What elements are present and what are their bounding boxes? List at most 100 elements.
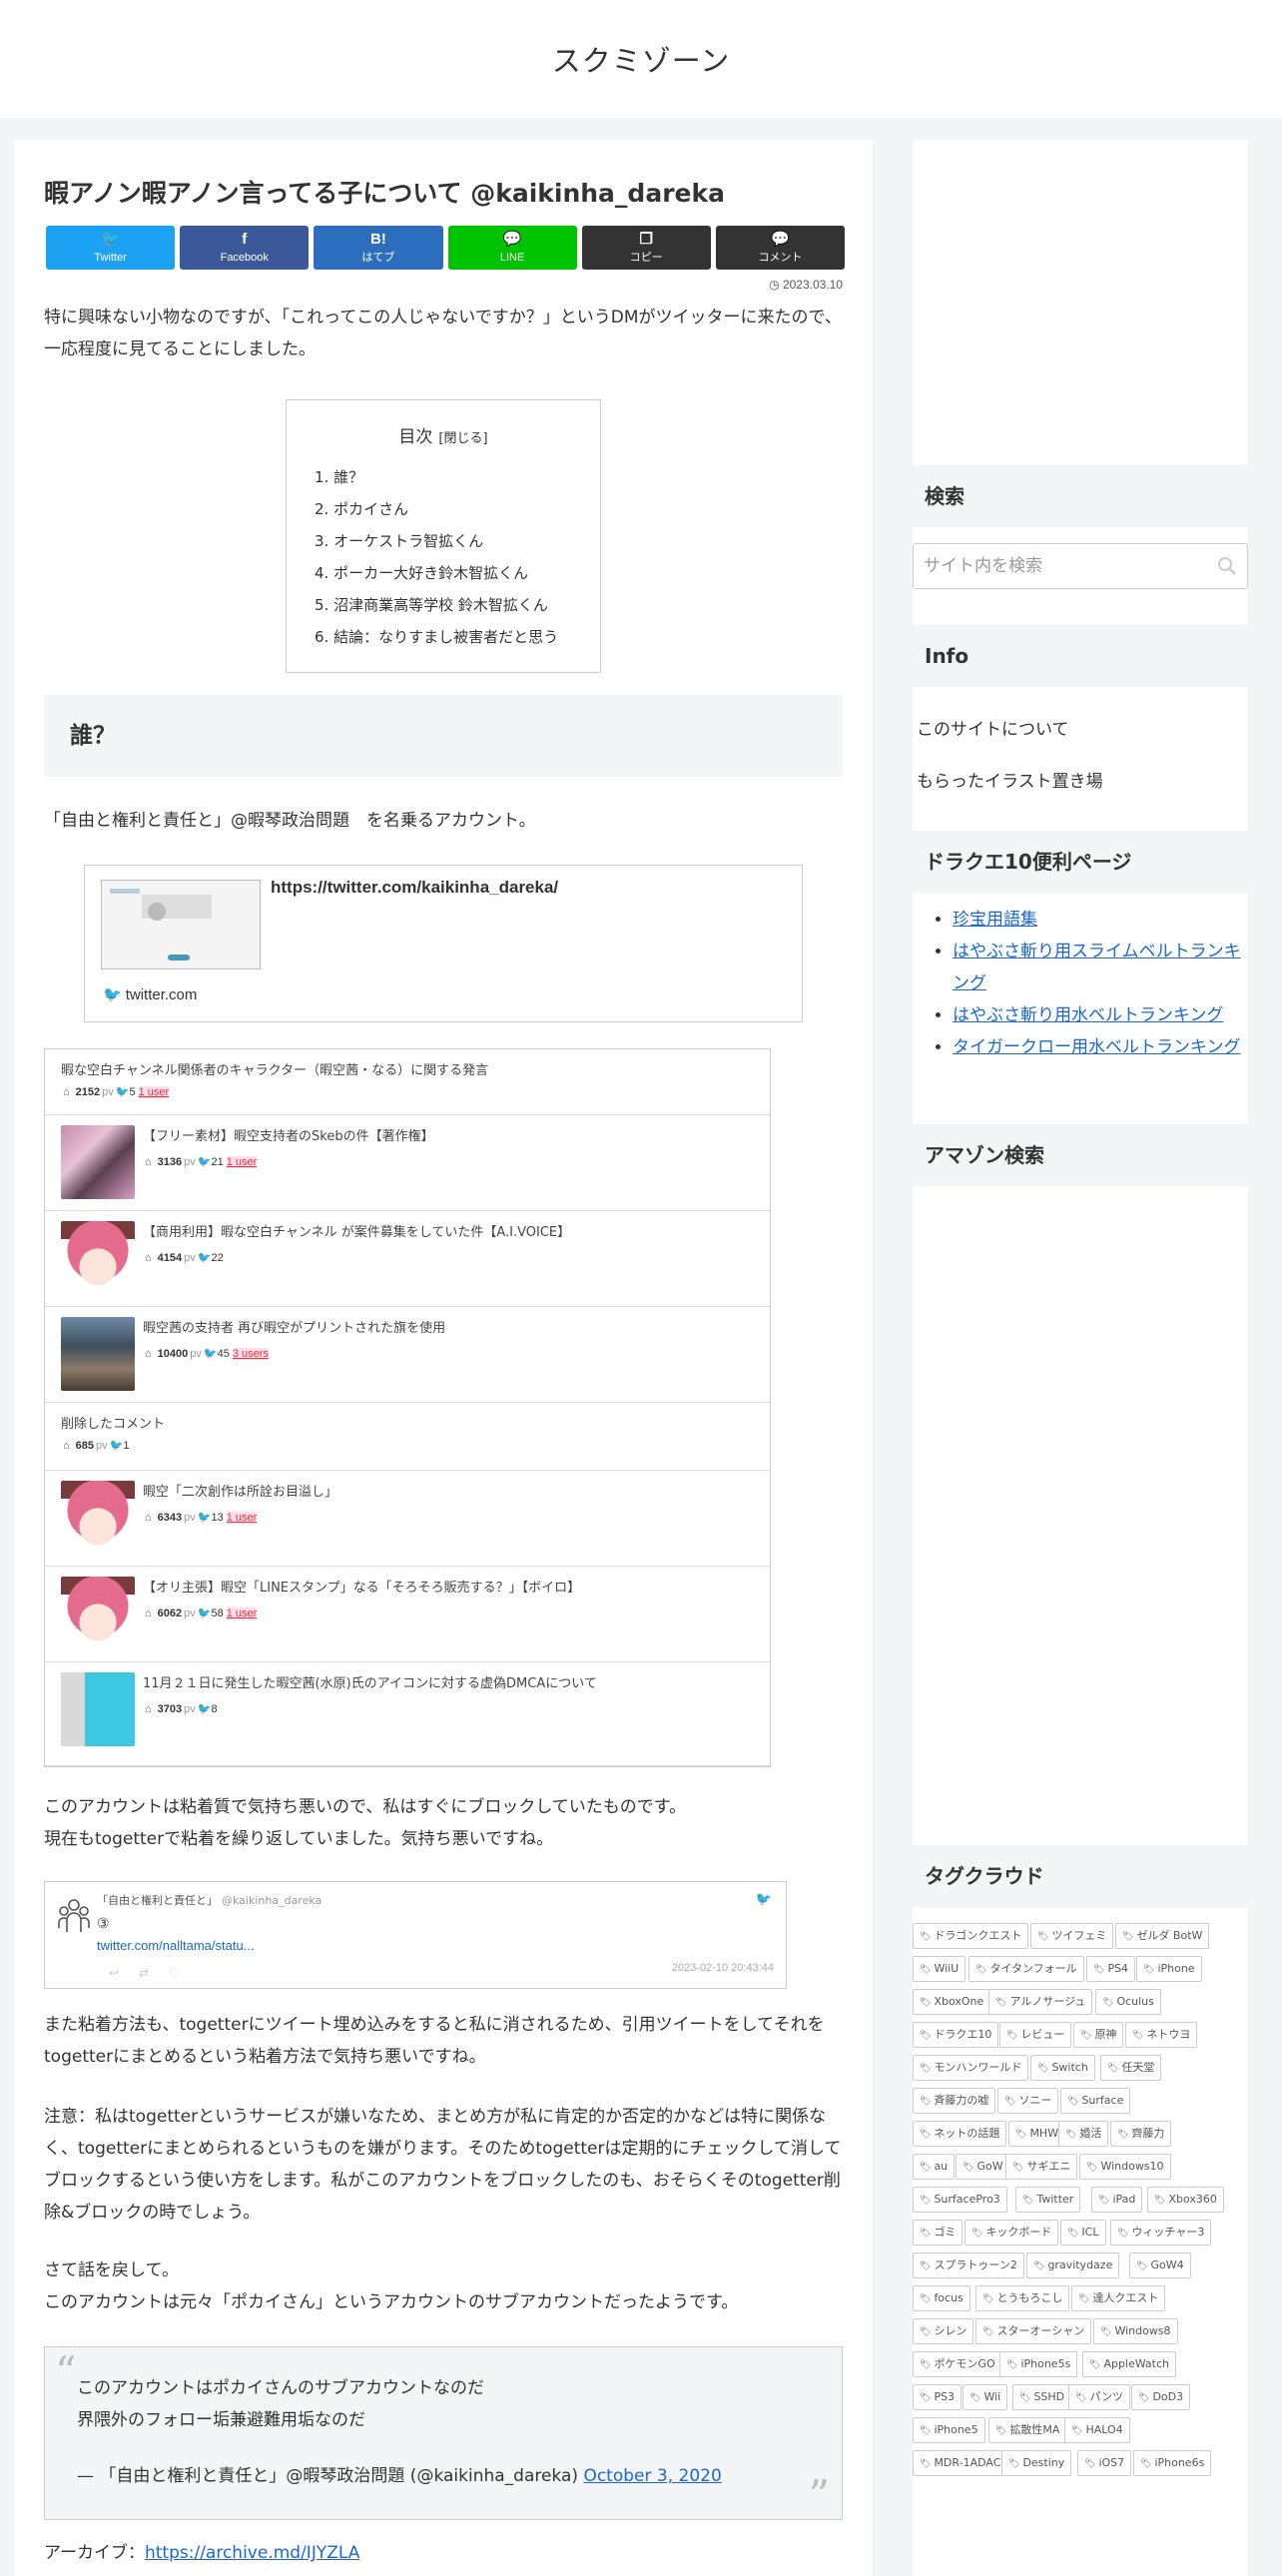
tag-item[interactable]: 🏷 iPhone [1136,1956,1202,1982]
tag-item[interactable]: 🏷 SSHD [1012,2384,1072,2410]
tag-item[interactable]: 🏷 齊藤力 [1110,2121,1172,2147]
tag-item[interactable]: 🏷 Wii [962,2384,1008,2410]
tag-item[interactable]: 🏷 focus [913,2285,970,2311]
tag-item[interactable]: 🏷 斉藤力の嘘 [913,2088,996,2114]
tag-item[interactable]: 🏷 PS3 [913,2384,962,2410]
tag-item[interactable]: 🏷 パンツ [1068,2384,1130,2410]
tag-item[interactable]: 🏷 WiiU [913,1956,966,1982]
togetter-title[interactable]: 11月２１日に発生した暇空茜(水原)氏のアイコンに対する虚偽DMCAについて [143,1672,597,1691]
togetter-title[interactable]: 削除したコメント [61,1413,165,1432]
tag-item[interactable]: 🏷 ドラクエ10 [913,2022,999,2048]
dq-link[interactable]: タイガークロー用水ベルトランキング [953,1037,1241,1057]
tag-item[interactable]: 🏷 ネトウヨ [1125,2022,1198,2048]
tag-item[interactable]: 🏷 Switch [1030,2055,1095,2081]
tag-item[interactable]: 🏷 ゴミ [913,2220,963,2246]
tag-item[interactable]: 🏷 PS4 [1086,1956,1136,1982]
togetter-title[interactable]: 暇空「二次創作は所詮お目溢し」 [143,1481,337,1500]
tag-item[interactable]: 🏷 サギエニ [1005,2154,1078,2180]
share-button-3[interactable]: 💬 LINE [447,226,577,270]
tag-item[interactable]: 🏷 ウィッチャー3 [1110,2220,1212,2246]
togetter-title[interactable]: 【商用利用】暇な空白チャンネル が案件募集をしていた件【A.I.VOICE】 [143,1221,570,1240]
share-button-0[interactable]: 🐦 Twitter [46,226,176,270]
tag-item[interactable]: 🏷 達人クエスト [1071,2285,1166,2311]
tag-item[interactable]: 🏷 iPhone5s [999,2351,1078,2377]
info-link-about[interactable]: このサイトについて [917,715,1069,740]
togetter-row[interactable]: 暇空茜の支持者 再び暇空がプリントされた旗を使用 ⌂ 10400 pv 🐦45 3 use… [45,1307,770,1403]
tag-item[interactable]: 🏷 任天堂 [1100,2055,1162,2081]
togetter-row[interactable]: 削除したコメント ⌂ 685 pv 🐦1 [45,1403,770,1471]
tag-item[interactable]: 🏷 au [913,2154,956,2180]
tag-item[interactable]: 🏷 Destiny [1001,2450,1072,2476]
dq-link[interactable]: はやぶさ斬り用水ベルトランキング [953,1005,1224,1025]
tag-item[interactable]: 🏷 MHW [1008,2121,1066,2147]
tag-item[interactable]: 🏷 iOS7 [1077,2450,1132,2476]
dq-link[interactable]: はやぶさ斬り用スライムベルトランキング [953,942,1241,993]
tag-item[interactable]: 🏷 GoW [956,2154,1010,2180]
tag-item[interactable]: 🏷 スプラトゥーン2 [913,2253,1024,2278]
tag-item[interactable]: 🏷 アルノサージュ [988,1989,1093,2015]
togetter-row[interactable]: 暇空「二次創作は所詮お目溢し」 ⌂ 6343 pv 🐦13 1 user [45,1471,770,1567]
tag-item[interactable]: 🏷 ゼルダ BotW [1115,1923,1210,1949]
tag-item[interactable]: 🏷 シレン [913,2318,974,2344]
search-input[interactable] [924,554,1203,578]
tag-item[interactable]: 🏷 タイタンフォール [968,1956,1084,1982]
quote-date-link[interactable]: October 3, 2020 [583,2466,721,2486]
tweet-link[interactable]: twitter.com/nalltama/statu... [97,1938,255,1953]
togetter-row[interactable]: 【フリー素材】暇空支持者のSkebの件【著作権】 ⌂ 3136 pv 🐦21 1 user [45,1115,770,1211]
share-button-4[interactable]: ❐ コピー [581,226,711,270]
togetter-title[interactable]: 暇な空白チャンネル関係者のキャラクター（暇空茜・なる）に関する発言 [61,1059,488,1078]
tag-item[interactable]: 🏷 拡散性MA [988,2417,1067,2443]
tag-item[interactable]: 🏷 MDR-1ADAC [913,2450,1008,2476]
toc-item[interactable]: 2. ポカイさん [315,493,600,525]
tag-item[interactable]: 🏷 ICL [1060,2220,1106,2246]
tag-item[interactable]: 🏷 iPhone5 [913,2417,985,2443]
tag-item[interactable]: 🏷 レビュー [999,2022,1072,2048]
toc-toggle[interactable]: [閉じる] [438,431,487,446]
tag-item[interactable]: 🏷 GoW4 [1129,2253,1191,2278]
tag-item[interactable]: 🏷 Oculus [1095,1989,1161,2015]
toc-item[interactable]: 1. 誰？ [315,461,600,493]
tag-item[interactable]: 🏷 ソニー [997,2088,1059,2114]
togetter-row[interactable]: 【商用利用】暇な空白チャンネル が案件募集をしていた件【A.I.VOICE】 ⌂ 4… [45,1211,770,1307]
togetter-row[interactable]: 暇な空白チャンネル関係者のキャラクター（暇空茜・なる）に関する発言 ⌂ 2152 pv… [45,1049,770,1115]
twitter-blogcard[interactable]: https://twitter.com/kaikinha_dareka/ 🐦 tw… [84,865,803,1022]
users-badge[interactable]: 1 user [226,1512,258,1524]
tag-item[interactable]: 🏷 キックボード [964,2220,1059,2246]
tag-item[interactable]: 🏷 とうもろこし [975,2285,1070,2311]
tag-item[interactable]: 🏷 Xbox360 [1147,2187,1224,2213]
tag-item[interactable]: 🏷 婚活 [1058,2121,1109,2147]
search-icon[interactable] [1217,556,1237,576]
tag-item[interactable]: 🏷 Windows10 [1079,2154,1171,2180]
tag-item[interactable]: 🏷 gravitydaze [1026,2253,1120,2278]
embedded-tweet-card[interactable]: 「自由と権利と責任と」 @kaikinha_dareka 🐦 ③ twitter.… [44,1881,787,1989]
tag-item[interactable]: 🏷 iPhone6s [1133,2450,1212,2476]
site-title[interactable]: スクミゾーン [0,0,1282,122]
toc-item[interactable]: 3. オーケストラ智拡くん [315,525,600,557]
archive-link[interactable]: https://archive.md/IJYZLA [145,2543,359,2563]
tag-item[interactable]: 🏷 XboxOne [913,1989,991,2015]
tag-item[interactable]: 🏷 Surface [1060,2088,1131,2114]
tag-item[interactable]: 🏷 モンハンワールド [913,2055,1029,2081]
togetter-title[interactable]: 【オリ主張】暇空「LINEスタンプ」なる「そろそろ販売する？」【ボイロ】 [143,1577,580,1596]
togetter-row[interactable]: 【オリ主張】暇空「LINEスタンプ」なる「そろそろ販売する？」【ボイロ】 ⌂ 606… [45,1567,770,1662]
dq-link[interactable]: 珍宝用語集 [953,910,1037,930]
tag-item[interactable]: 🏷 SurfacePro3 [913,2187,1007,2213]
tag-item[interactable]: 🏷 DoD3 [1131,2384,1191,2410]
tag-item[interactable]: 🏷 ポケモンGO [913,2351,1002,2377]
toc-item[interactable]: 5. 沼津商業高等学校 鈴木智拡くん [315,589,600,621]
users-badge[interactable]: 1 user [138,1086,170,1098]
users-badge[interactable]: 3 users [232,1348,269,1360]
tag-item[interactable]: 🏷 AppleWatch [1082,2351,1176,2377]
share-button-1[interactable]: f Facebook [180,226,310,270]
tag-item[interactable]: 🏷 Twitter [1015,2187,1081,2213]
share-button-2[interactable]: B! はてブ [314,226,443,270]
tag-item[interactable]: 🏷 iPad [1091,2187,1143,2213]
info-link-illustrations[interactable]: もらったイラスト置き場 [917,767,1103,792]
users-badge[interactable]: 1 user [226,1156,258,1168]
togetter-title[interactable]: 【フリー素材】暇空支持者のSkebの件【著作権】 [143,1125,434,1144]
tag-item[interactable]: 🏷 ネットの話題 [913,2121,1007,2147]
toc-item[interactable]: 4. ポーカー大好き鈴木智拡くん [315,557,600,589]
tag-item[interactable]: 🏷 ドラゴンクエスト [913,1923,1029,1949]
tag-item[interactable]: 🏷 Windows8 [1093,2318,1178,2344]
togetter-title[interactable]: 暇空茜の支持者 再び暇空がプリントされた旗を使用 [143,1317,445,1336]
